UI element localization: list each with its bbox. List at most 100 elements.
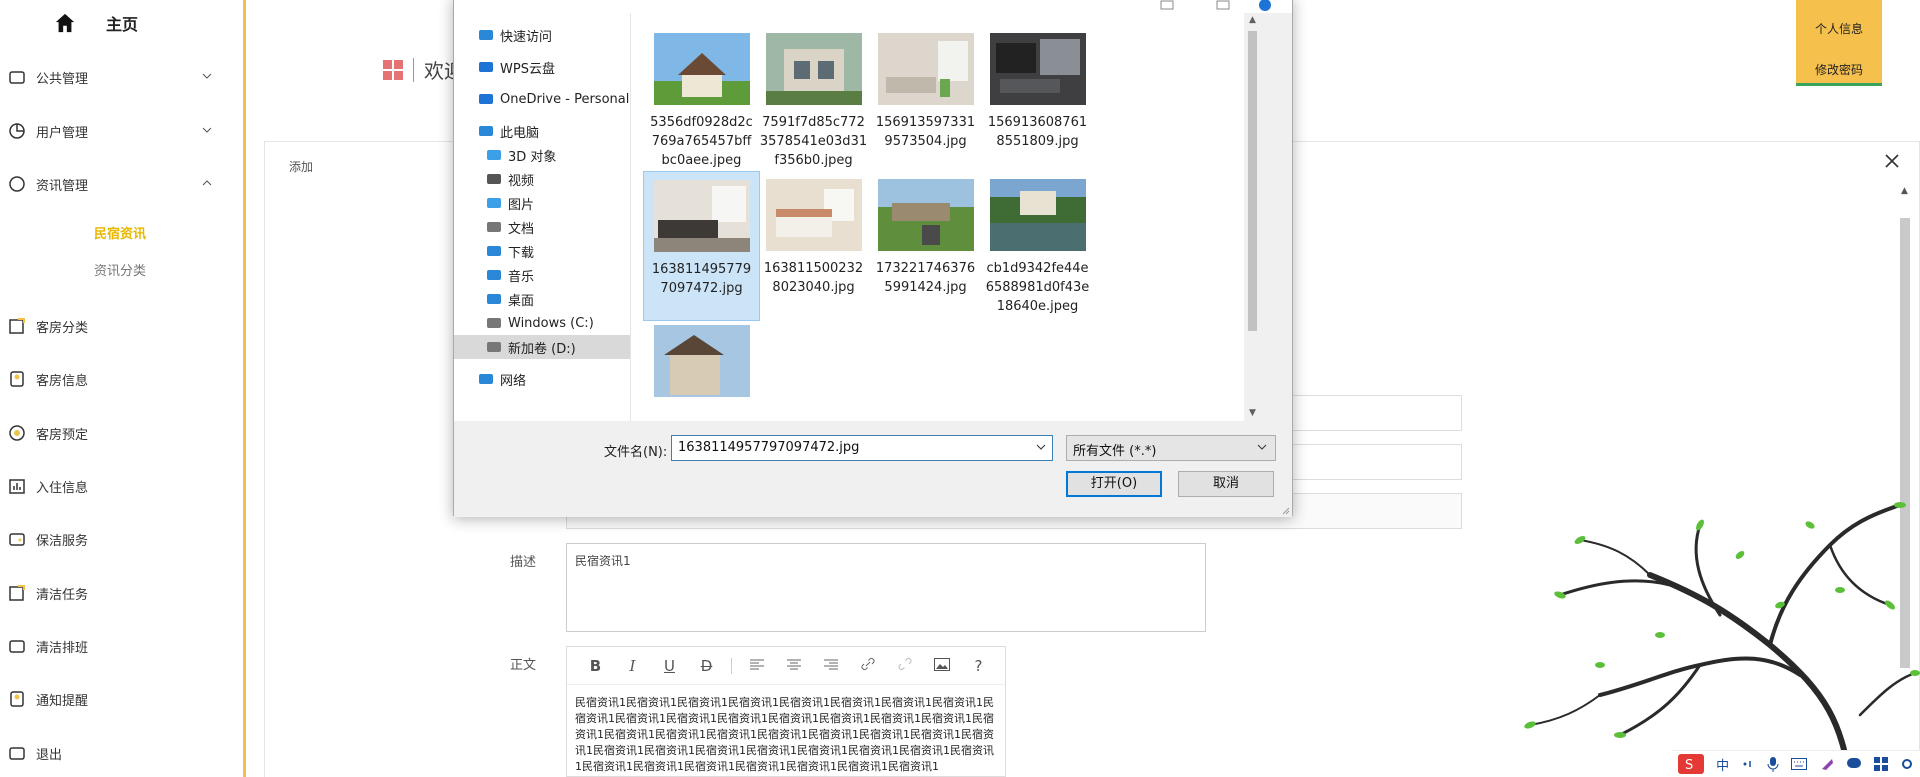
change-password-link[interactable]: 修改密码 (1796, 61, 1882, 78)
chevron-down-icon[interactable] (1036, 442, 1046, 452)
nav-pane-item[interactable]: 视频 (454, 167, 630, 191)
text-input-2[interactable] (1290, 444, 1462, 480)
help-icon[interactable] (1258, 0, 1272, 11)
nav-pane-item[interactable]: 此电脑 (454, 119, 630, 143)
image-thumbnail (877, 33, 974, 105)
nav-pane-item[interactable]: 音乐 (454, 263, 630, 287)
unlink-button[interactable] (886, 657, 923, 675)
file-tile[interactable]: cb1d9342fe44e 6588981d0f43e 18640e.jpeg (979, 171, 1096, 321)
sidebar-item-label: 退出 (36, 747, 63, 763)
sidebar-item-label: 客房预定 (36, 427, 89, 443)
settings-icon[interactable] (1900, 757, 1914, 771)
minimize-icon[interactable] (1160, 0, 1174, 11)
sub-item-news[interactable]: 民宿资讯 (94, 223, 146, 242)
file-list: 5356df0928d2c 769a765457bff bc0aee.jpeg 759… (630, 13, 1244, 421)
sidebar-item-9[interactable]: 清洁排班 (0, 631, 240, 661)
nav-pane-item[interactable]: OneDrive - Personal (454, 87, 630, 111)
file-tile[interactable]: 163811500232 8023040.jpg (755, 171, 872, 321)
sidebar-item-6[interactable]: 入住信息 (0, 471, 240, 501)
file-name-line: 769a765457bff (651, 134, 752, 149)
nav-pane-label: 下载 (508, 245, 535, 261)
sidebar-item-2[interactable]: 资讯管理 (0, 169, 240, 199)
file-name: 163811500232 8023040.jpg (755, 259, 872, 297)
punctuation-icon[interactable] (1741, 757, 1755, 771)
text-input-1[interactable] (1290, 395, 1462, 431)
sidebar-item-4[interactable]: 客房信息 (0, 364, 240, 394)
bold-button[interactable]: B (577, 657, 614, 675)
file-name: 156913608761 8551809.jpg (979, 113, 1096, 151)
align-right-button[interactable] (812, 657, 849, 675)
filetype-value: 所有文件 (*.*) (1073, 444, 1157, 459)
sidebar-item-3[interactable]: 客房分类 (0, 311, 240, 341)
ime-mode[interactable]: 中 (1716, 755, 1729, 774)
file-tile[interactable]: 5356df0928d2c 769a765457bff bc0aee.jpeg (643, 25, 760, 175)
file-name-line: 7591f7d85c772 (762, 115, 865, 130)
sogou-icon[interactable]: S (1678, 754, 1704, 774)
sidebar-item-label: 保洁服务 (36, 533, 89, 549)
align-left-button[interactable] (738, 657, 775, 675)
image-button[interactable] (923, 657, 960, 675)
home-label: 主页 (106, 15, 139, 34)
user-menu: 个人信息 修改密码 (1796, 0, 1882, 86)
nav-pane-item[interactable]: WPS云盘 (454, 55, 630, 79)
nav-pane-label: 音乐 (508, 269, 535, 285)
description-textarea[interactable]: 民宿资讯1 (566, 543, 1206, 632)
help-button[interactable]: ? (960, 657, 997, 675)
sidebar-item-5[interactable]: 客房预定 (0, 418, 240, 448)
strikethrough-button[interactable]: D (688, 657, 725, 675)
chevron-up-icon (202, 180, 212, 186)
image-thumbnail (765, 179, 862, 251)
link-button[interactable] (849, 657, 886, 675)
align-center-button[interactable] (775, 657, 812, 675)
open-button[interactable]: 打开(O) (1066, 471, 1162, 497)
filename-input[interactable]: 1638114957797097472.jpg (671, 435, 1053, 461)
file-tile[interactable]: 7591f7d85c772 3578541e03d31 f356b0.jpeg (755, 25, 872, 175)
nav-pane-item[interactable]: 新加卷 (D:) (454, 335, 630, 359)
home-link[interactable]: 主页 (0, 0, 243, 46)
sidebar-item-label: 客房分类 (36, 320, 89, 336)
maximize-icon[interactable] (1216, 0, 1230, 11)
nav-pane-item[interactable]: 图片 (454, 191, 630, 215)
nav-pane-item[interactable]: 快速访问 (454, 23, 630, 47)
sidebar-item-11[interactable]: 退出 (0, 738, 240, 768)
nav-pane-item[interactable]: Windows (C:) (454, 311, 630, 335)
sidebar-item-1[interactable]: 用户管理 (0, 116, 240, 146)
nav-pane-item[interactable]: 3D 对象 (454, 143, 630, 167)
underline-button[interactable]: U (651, 657, 688, 675)
nav-pane-item[interactable]: 文档 (454, 215, 630, 239)
italic-button[interactable]: I (614, 657, 651, 675)
sidebar-item-0[interactable]: 公共管理 (0, 62, 240, 92)
editor-content[interactable]: 民宿资讯1民宿资讯1民宿资讯1民宿资讯1民宿资讯1民宿资讯1民宿资讯1民宿资讯1… (567, 685, 1005, 777)
file-tile[interactable]: 156913597331 9573504.jpg (867, 25, 984, 175)
sidebar-item-10[interactable]: 通知提醒 (0, 684, 240, 714)
sub-item-news-category[interactable]: 资讯分类 (94, 260, 146, 279)
nav-pane-label: Windows (C:) (508, 315, 594, 331)
page-title: 欢迎 (383, 55, 464, 84)
chat-icon[interactable] (1846, 757, 1862, 771)
folder-icon (9, 640, 25, 653)
close-icon[interactable] (1885, 154, 1899, 168)
profile-link[interactable]: 个人信息 (1796, 20, 1882, 37)
file-tile[interactable]: 156913608761 8551809.jpg (979, 25, 1096, 175)
keyboard-icon[interactable] (1791, 758, 1808, 770)
nav-pane-item[interactable]: 桌面 (454, 287, 630, 311)
picture-icon (487, 198, 501, 208)
skin-icon[interactable] (1820, 757, 1834, 771)
sidebar-item-7[interactable]: 保洁服务 (0, 524, 240, 554)
resize-grip-icon[interactable] (1280, 505, 1290, 515)
file-list-scrollbar[interactable]: ▲ ▼ (1244, 13, 1261, 421)
nav-pane-item[interactable]: 下载 (454, 239, 630, 263)
sidebar-item-8[interactable]: 清洁任务 (0, 578, 240, 608)
cancel-button[interactable]: 取消 (1178, 471, 1274, 497)
nav-pane-item[interactable]: 网络 (454, 367, 630, 391)
file-name-line: 156913608761 (987, 115, 1088, 130)
file-tile[interactable]: 173221746376 5991424.jpg (867, 171, 984, 321)
toolbox-icon[interactable] (1873, 757, 1888, 771)
computer-icon (479, 126, 493, 136)
microphone-icon[interactable] (1767, 756, 1779, 772)
folder-icon (9, 71, 25, 84)
file-tile[interactable] (643, 317, 760, 421)
filetype-select[interactable]: 所有文件 (*.*) (1066, 435, 1276, 461)
sidebar-item-label: 客房信息 (36, 373, 89, 389)
file-tile[interactable]: 163811495779 7097472.jpg (643, 171, 760, 321)
